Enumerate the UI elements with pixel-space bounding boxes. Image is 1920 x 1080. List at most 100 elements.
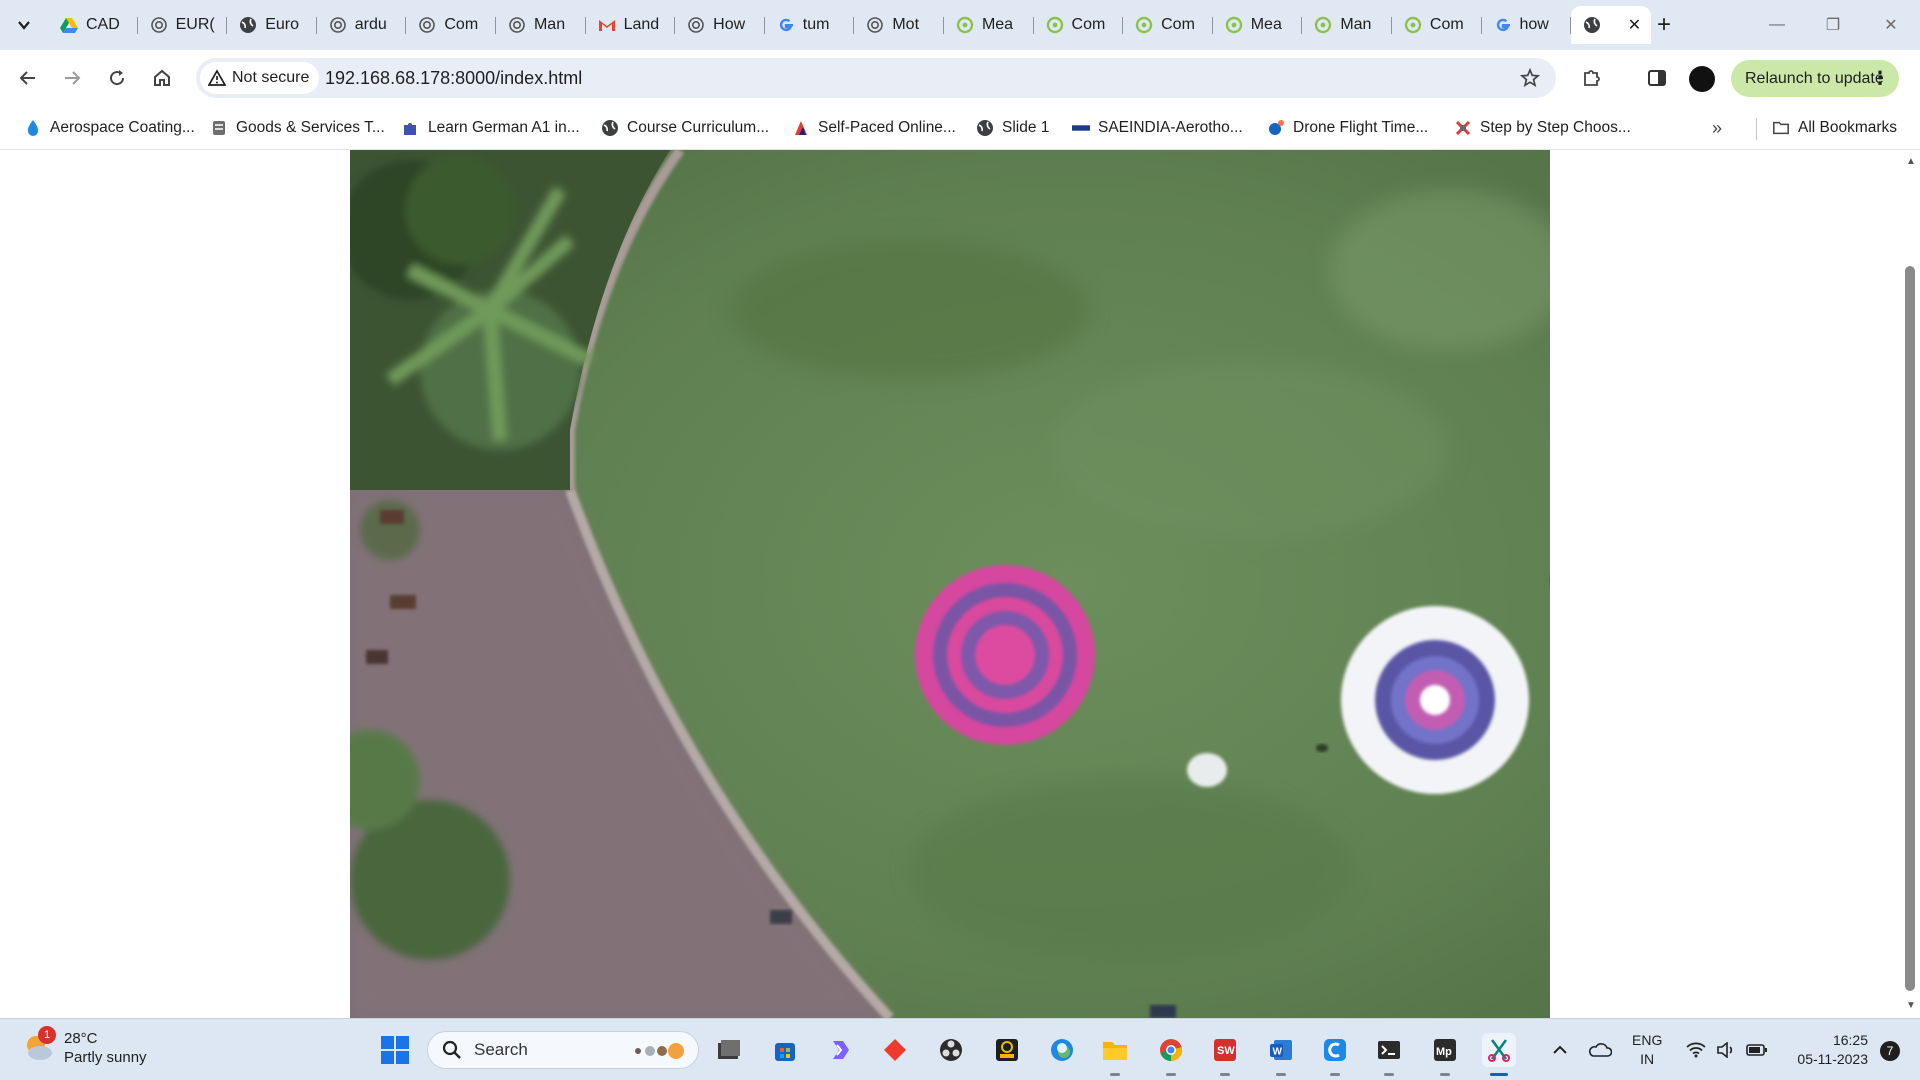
maximize-button[interactable]: ❐ <box>1804 0 1862 50</box>
bookmark-label: Course Curriculum... <box>627 119 770 136</box>
relaunch-button[interactable]: Relaunch to update ⋮ <box>1731 60 1899 97</box>
openai-icon <box>866 16 884 34</box>
bookmark-item[interactable]: Course Curriculum... <box>601 114 769 142</box>
bookmark-item[interactable]: Step by Step Choos... <box>1454 114 1631 142</box>
terminal-icon[interactable] <box>1372 1033 1406 1076</box>
bookmark-item[interactable]: Drone Flight Time... <box>1267 114 1428 142</box>
browser-tab[interactable]: Land <box>586 6 676 44</box>
bookmark-item[interactable]: Learn German A1 in... <box>402 114 580 142</box>
openai-icon <box>329 16 347 34</box>
bookmark-item[interactable]: SAEINDIA-Aerotho... <box>1072 114 1243 142</box>
active-browser-tab[interactable]: ✕ <box>1571 6 1652 44</box>
folder-icon <box>1772 119 1790 137</box>
browser-tab[interactable]: CAD <box>48 6 138 44</box>
extensions-button[interactable] <box>1576 62 1608 94</box>
vertical-scrollbar[interactable]: ▲ ▼ <box>1901 150 1920 1018</box>
bookmark-item[interactable]: Self-Paced Online... <box>792 114 956 142</box>
wb-icon[interactable] <box>990 1033 1024 1067</box>
forward-button[interactable] <box>56 62 88 94</box>
google-drive-icon <box>60 16 78 34</box>
browser-tab[interactable]: Com <box>1392 6 1482 44</box>
file-explorer-icon[interactable] <box>712 1033 746 1067</box>
reload-button[interactable] <box>101 62 133 94</box>
all-bookmarks-button[interactable]: All Bookmarks <box>1772 114 1897 142</box>
browser-tab[interactable]: Man <box>1302 6 1392 44</box>
browser-tab[interactable]: how <box>1482 6 1572 44</box>
scroll-down-arrow-icon[interactable]: ▼ <box>1905 1000 1917 1012</box>
minimize-button[interactable]: — <box>1748 0 1806 50</box>
onedrive-icon[interactable] <box>1588 1019 1612 1080</box>
address-bar[interactable]: Not secure 192.168.68.178:8000/index.htm… <box>196 58 1556 98</box>
browser-tab[interactable]: Mea <box>1213 6 1303 44</box>
all-bookmarks-label: All Bookmarks <box>1798 119 1898 136</box>
profile-avatar[interactable] <box>1689 66 1715 92</box>
start-button[interactable] <box>380 1035 410 1065</box>
edge-icon[interactable] <box>1045 1033 1079 1067</box>
obs-icon[interactable] <box>934 1033 968 1067</box>
browser-tab[interactable]: Mot <box>854 6 944 44</box>
wifi-icon[interactable] <box>1686 1019 1706 1080</box>
browser-tab[interactable]: ardu <box>317 6 407 44</box>
browser-tab[interactable]: EUR( <box>138 6 228 44</box>
show-hidden-icons-button[interactable] <box>1552 1019 1568 1080</box>
running-indicator <box>1110 1073 1120 1076</box>
snipping-tool-icon[interactable] <box>1482 1033 1516 1076</box>
side-panel-button[interactable] <box>1641 62 1673 94</box>
globe-icon <box>601 119 619 137</box>
browser-tab[interactable]: Com <box>1034 6 1124 44</box>
bookmarks-overflow-button[interactable]: » <box>1712 118 1722 139</box>
scroll-up-arrow-icon[interactable]: ▲ <box>1905 156 1917 168</box>
tab-search-button[interactable] <box>10 11 38 39</box>
mp-icon[interactable]: Mp <box>1428 1033 1462 1076</box>
bookmark-label: Self-Paced Online... <box>818 119 956 136</box>
browser-tab[interactable]: How <box>675 6 765 44</box>
bookmark-item[interactable]: Slide 1 <box>976 114 1049 142</box>
back-button[interactable] <box>12 62 44 94</box>
tab-title: Mot <box>892 16 920 33</box>
clock[interactable]: 16:25 05-11-2023 <box>1782 1031 1868 1069</box>
close-tab-icon[interactable]: ✕ <box>1628 15 1641 35</box>
url-text[interactable]: 192.168.68.178:8000/index.html <box>325 68 582 89</box>
bookmark-star-button[interactable] <box>1516 64 1544 92</box>
bookmark-label: SAEINDIA-Aerotho... <box>1098 119 1243 136</box>
new-tab-button[interactable]: + <box>1650 11 1678 39</box>
site-info-chip[interactable]: Not secure <box>200 62 320 94</box>
volume-icon[interactable] <box>1716 1019 1736 1080</box>
bookmark-item[interactable]: Goods & Services T... <box>210 114 385 142</box>
scroll-thumb[interactable] <box>1905 266 1915 991</box>
close-window-button[interactable]: ✕ <box>1862 0 1920 50</box>
clock-time: 16:25 <box>1832 1032 1868 1048</box>
copilot-icon[interactable] <box>823 1033 857 1067</box>
browser-toolbar: Not secure 192.168.68.178:8000/index.htm… <box>0 50 1920 106</box>
openai-icon <box>150 16 168 34</box>
bookmark-item[interactable]: Aerospace Coating... <box>24 114 195 142</box>
anydesk-icon[interactable] <box>878 1033 912 1067</box>
language-indicator[interactable]: ENG IN <box>1632 1031 1662 1069</box>
search-highlight-icon <box>630 1041 688 1061</box>
browser-tab[interactable]: Euro <box>227 6 317 44</box>
browser-tab[interactable]: Com <box>1123 6 1213 44</box>
bookmark-label: Drone Flight Time... <box>1293 119 1429 136</box>
browser-tab[interactable]: tum <box>765 6 855 44</box>
tab-title: Com <box>444 16 479 33</box>
globe-icon <box>1583 16 1601 34</box>
store-icon[interactable] <box>768 1033 802 1067</box>
word-icon[interactable]: W <box>1264 1033 1298 1076</box>
home-button[interactable] <box>146 62 178 94</box>
chrome-icon[interactable] <box>1154 1033 1188 1076</box>
weather-widget[interactable]: 1 28°C Partly sunny <box>22 1026 147 1067</box>
browser-tab[interactable]: Com <box>406 6 496 44</box>
tab-title: how <box>1519 16 1549 33</box>
folder-icon[interactable] <box>1098 1033 1132 1076</box>
globe-icon <box>976 119 994 137</box>
droplet-icon <box>24 119 42 137</box>
browser-tab[interactable]: Man <box>496 6 586 44</box>
bookmark-label: Learn German A1 in... <box>428 119 580 136</box>
c-app-icon[interactable] <box>1318 1033 1352 1076</box>
solidworks-icon[interactable]: SW <box>1208 1033 1242 1076</box>
battery-icon[interactable] <box>1746 1019 1768 1080</box>
notification-badge[interactable]: 7 <box>1880 1041 1900 1061</box>
more-vert-icon[interactable]: ⋮ <box>1871 68 1889 89</box>
browser-tab[interactable]: Mea <box>944 6 1034 44</box>
taskbar-search[interactable]: Search <box>427 1031 699 1069</box>
